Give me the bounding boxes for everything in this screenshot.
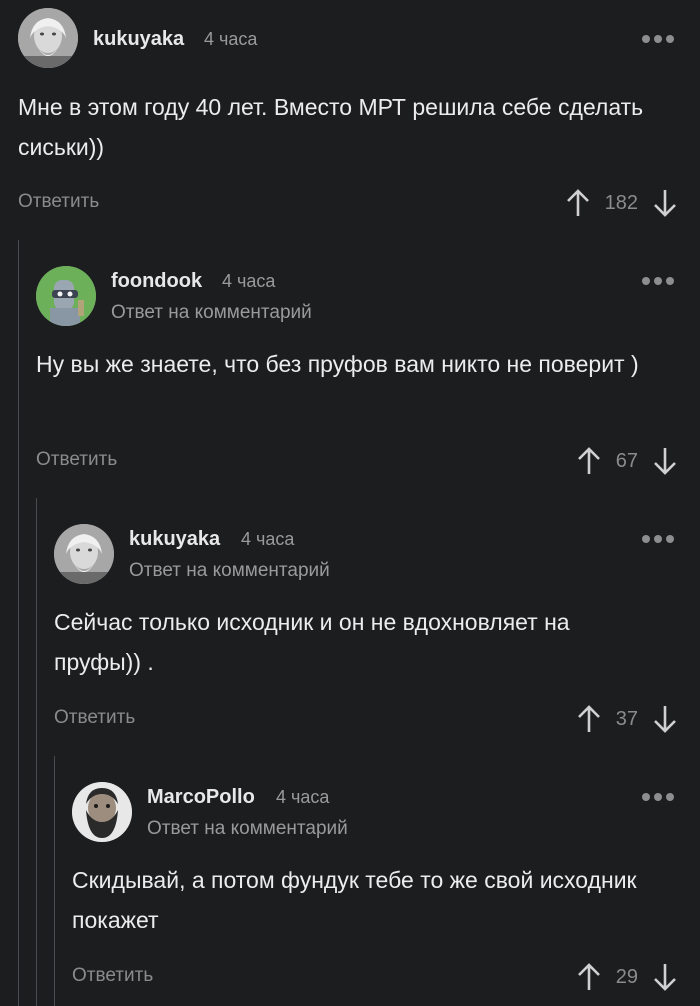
upvote-icon[interactable] <box>576 704 602 734</box>
comment-text: Сейчас только исходник и он не вдохновля… <box>54 609 570 675</box>
comment-time: 4 часа <box>222 271 276 291</box>
author-name[interactable]: foondook <box>111 270 202 293</box>
comment-time: 4 часа <box>241 529 295 549</box>
more-options-icon[interactable] <box>642 277 674 285</box>
author-name[interactable]: kukuyaka <box>129 528 220 551</box>
comment-text: Мне в этом году 40 лет. Вместо МРТ решил… <box>18 94 644 160</box>
vote-score: 67 <box>615 449 638 472</box>
downvote-icon[interactable] <box>652 188 678 218</box>
more-options-icon[interactable] <box>642 35 674 43</box>
upvote-icon[interactable] <box>576 962 602 992</box>
downvote-icon[interactable] <box>652 962 678 992</box>
thread-line <box>54 756 55 1006</box>
upvote-icon[interactable] <box>576 446 602 476</box>
comment-time: 4 часа <box>204 29 258 49</box>
vote-score: 37 <box>615 707 638 730</box>
avatar[interactable] <box>72 782 132 842</box>
reply-to-link[interactable]: Ответ на комментарий <box>147 818 348 840</box>
reply-to-link[interactable]: Ответ на комментарий <box>129 560 330 582</box>
reply-button[interactable]: Ответить <box>18 191 99 213</box>
bearded-man-avatar-icon <box>72 782 132 842</box>
downvote-icon[interactable] <box>652 704 678 734</box>
thread-line <box>18 240 19 1006</box>
vote-block: 182 <box>565 188 678 218</box>
avatar[interactable] <box>18 8 78 68</box>
reply-button[interactable]: Ответить <box>54 707 135 729</box>
more-options-icon[interactable] <box>642 793 674 801</box>
comment-text: Ну вы же знаете, что без пруфов вам никт… <box>36 351 639 377</box>
vote-block: 67 <box>576 446 678 476</box>
thread-line <box>36 498 37 1006</box>
old-man-avatar-icon <box>18 8 78 68</box>
avatar[interactable] <box>36 266 96 326</box>
reply-to-link[interactable]: Ответ на комментарий <box>111 302 312 324</box>
upvote-icon[interactable] <box>565 188 591 218</box>
reply-button[interactable]: Ответить <box>72 965 153 987</box>
old-man-avatar-icon <box>54 524 114 584</box>
vote-block: 29 <box>576 962 678 992</box>
downvote-icon[interactable] <box>652 446 678 476</box>
robot-avatar-icon <box>36 266 96 326</box>
vote-block: 37 <box>576 704 678 734</box>
vote-score: 29 <box>615 965 638 988</box>
avatar[interactable] <box>54 524 114 584</box>
comment-time: 4 часа <box>276 787 330 807</box>
reply-button[interactable]: Ответить <box>36 449 117 471</box>
comment-text: Скидывай, а потом фундук тебе то же свой… <box>72 867 637 933</box>
author-name[interactable]: MarcoPollo <box>147 786 255 809</box>
more-options-icon[interactable] <box>642 535 674 543</box>
author-name[interactable]: kukuyaka <box>93 28 184 51</box>
vote-score: 182 <box>604 191 638 214</box>
